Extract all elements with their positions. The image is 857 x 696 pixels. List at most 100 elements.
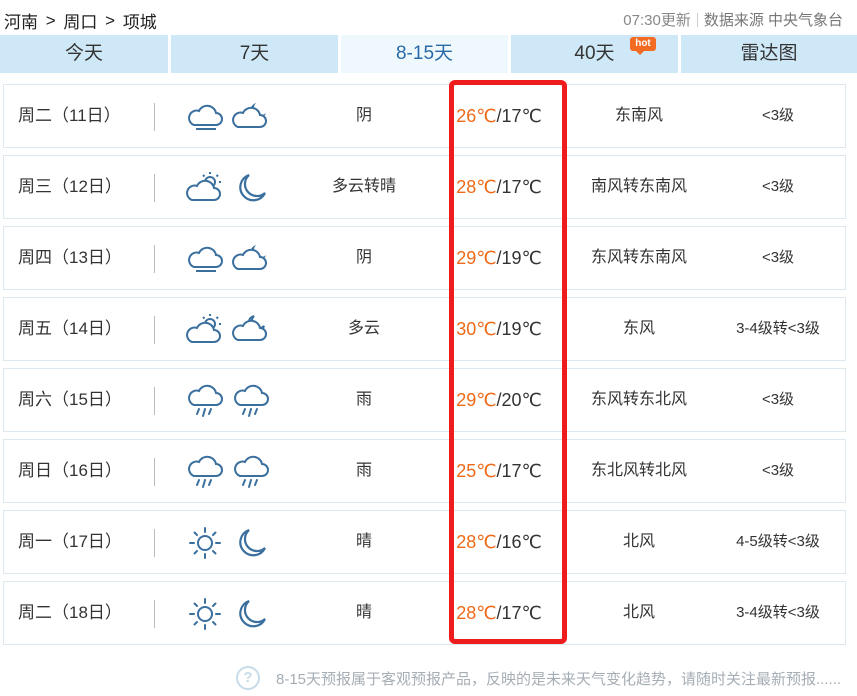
tab-40-days[interactable]: 40天 hot — [511, 35, 678, 73]
wind-direction: 东风转东南风 — [590, 249, 687, 266]
wind-direction: 东风转东北风 — [590, 391, 687, 408]
rain-icon — [232, 454, 270, 490]
day-label: 周二（18日） — [18, 603, 122, 622]
divider — [154, 245, 155, 273]
weather-condition: 雨 — [355, 391, 372, 408]
wind-direction: 东风 — [622, 320, 655, 337]
help-icon[interactable]: ? — [236, 666, 260, 690]
wind-level: 4-5级转<3级 — [736, 533, 820, 550]
hot-badge: hot — [630, 37, 656, 55]
cloudy-night-icon — [232, 99, 270, 135]
divider — [154, 458, 155, 486]
breadcrumb-city[interactable]: 周口 — [63, 13, 97, 32]
forecast-note: ? 8-15天预报属于客观预报产品，反映的是未来天气变化趋势，请随时关注最新预报.… — [236, 666, 841, 692]
high-temp: 25℃ — [456, 461, 497, 481]
low-temp: /17℃ — [496, 106, 542, 126]
cloudy-icon — [186, 99, 224, 135]
wind-direction: 北风 — [622, 533, 655, 550]
temperature: 29℃/19℃ — [444, 227, 554, 289]
day-label: 周二（11日） — [18, 106, 121, 125]
tab-today[interactable]: 今天 — [0, 35, 168, 73]
high-temp: 26℃ — [456, 106, 497, 126]
tab-label: 今天 — [64, 43, 103, 64]
weather-condition: 雨 — [355, 462, 372, 479]
high-temp: 30℃ — [456, 319, 497, 339]
forecast-row: 周六（15日） 雨 29℃/20℃ 东风转东北风 <3级 — [3, 368, 846, 432]
rain-icon — [186, 383, 224, 419]
day-label: 周六（15日） — [18, 390, 122, 409]
divider — [154, 387, 155, 415]
day-label: 周日（16日） — [18, 461, 122, 480]
low-temp: /19℃ — [496, 319, 542, 339]
breadcrumb: 河南 > 周口 > 项城 — [4, 8, 157, 33]
temperature: 30℃/19℃ — [444, 298, 554, 360]
forecast-row: 周二（18日） 晴 28℃/17℃ 北风 3-4级转<3级 — [3, 581, 846, 645]
partly-cloudy-night-icon — [232, 312, 270, 348]
sun-icon — [186, 596, 224, 632]
temperature: 28℃/17℃ — [444, 156, 554, 218]
tab-label: 8-15天 — [395, 43, 454, 64]
update-time: 07:30更新 — [623, 12, 691, 29]
forecast-row: 周五（14日） 多云 30℃/19℃ 东风 3-4级转<3级 — [3, 297, 846, 361]
temperature: 25℃/17℃ — [444, 440, 554, 502]
day-label: 周四（13日） — [18, 248, 122, 267]
breadcrumb-county: 项城 — [122, 13, 157, 32]
sun-icon — [186, 525, 224, 561]
wind-direction: 东北风转北风 — [590, 462, 687, 479]
data-source: 07:30更新 数据来源 中央气象台 — [623, 9, 843, 30]
day-label: 周五（14日） — [18, 319, 122, 338]
tab-8-15-days[interactable]: 8-15天 — [341, 35, 508, 73]
weather-condition: 阴 — [355, 107, 372, 124]
wind-level: <3级 — [761, 249, 795, 266]
divider — [154, 174, 155, 202]
moon-icon — [232, 170, 270, 206]
high-temp: 28℃ — [456, 603, 497, 623]
high-temp: 29℃ — [456, 248, 497, 268]
weather-condition: 阴 — [355, 249, 372, 266]
forecast-tabs: 今天 7天 8-15天 40天 hot 雷达图 — [0, 35, 857, 73]
breadcrumb-separator: > — [45, 10, 56, 30]
low-temp: /17℃ — [496, 461, 542, 481]
wind-level: 3-4级转<3级 — [736, 320, 820, 337]
source-label: 数据来源 中央气象台 — [703, 12, 843, 29]
day-label: 周一（17日） — [18, 532, 122, 551]
high-temp: 29℃ — [456, 390, 497, 410]
breadcrumb-province[interactable]: 河南 — [4, 13, 38, 32]
temperature: 28℃/16℃ — [444, 511, 554, 573]
wind-direction: 东南风 — [614, 107, 663, 124]
moon-icon — [232, 596, 270, 632]
partly-cloudy-icon — [186, 170, 224, 206]
weather-condition: 晴 — [355, 604, 372, 621]
wind-level: <3级 — [761, 107, 795, 124]
breadcrumb-separator: > — [105, 10, 116, 30]
weather-condition: 多云 — [347, 320, 380, 337]
temperature: 26℃/17℃ — [444, 85, 554, 147]
tab-label: 7天 — [239, 43, 270, 64]
weather-condition: 多云转晴 — [331, 178, 396, 195]
tab-7-days[interactable]: 7天 — [171, 35, 338, 73]
high-temp: 28℃ — [456, 532, 497, 552]
wind-level: <3级 — [761, 462, 795, 479]
low-temp: /17℃ — [496, 603, 542, 623]
rain-icon — [232, 383, 270, 419]
tab-radar[interactable]: 雷达图 — [681, 35, 857, 73]
divider — [154, 103, 155, 131]
tab-label: 40天 — [574, 43, 615, 64]
partly-cloudy-icon — [186, 312, 224, 348]
divider — [154, 316, 155, 344]
forecast-row: 周二（11日） 阴 26℃/17℃ 东南风 <3级 — [3, 84, 846, 148]
rain-icon — [186, 454, 224, 490]
divider — [696, 13, 698, 27]
cloudy-night-icon — [232, 241, 270, 277]
low-temp: /17℃ — [496, 177, 542, 197]
high-temp: 28℃ — [456, 177, 497, 197]
wind-direction: 北风 — [622, 604, 655, 621]
wind-level: <3级 — [761, 178, 795, 195]
low-temp: /20℃ — [496, 390, 542, 410]
wind-level: 3-4级转<3级 — [736, 604, 820, 621]
cloudy-icon — [186, 241, 224, 277]
divider — [154, 600, 155, 628]
temperature: 28℃/17℃ — [444, 582, 554, 644]
top-bar: 河南 > 周口 > 项城 07:30更新 数据来源 中央气象台 — [0, 0, 857, 34]
low-temp: /16℃ — [496, 532, 542, 552]
